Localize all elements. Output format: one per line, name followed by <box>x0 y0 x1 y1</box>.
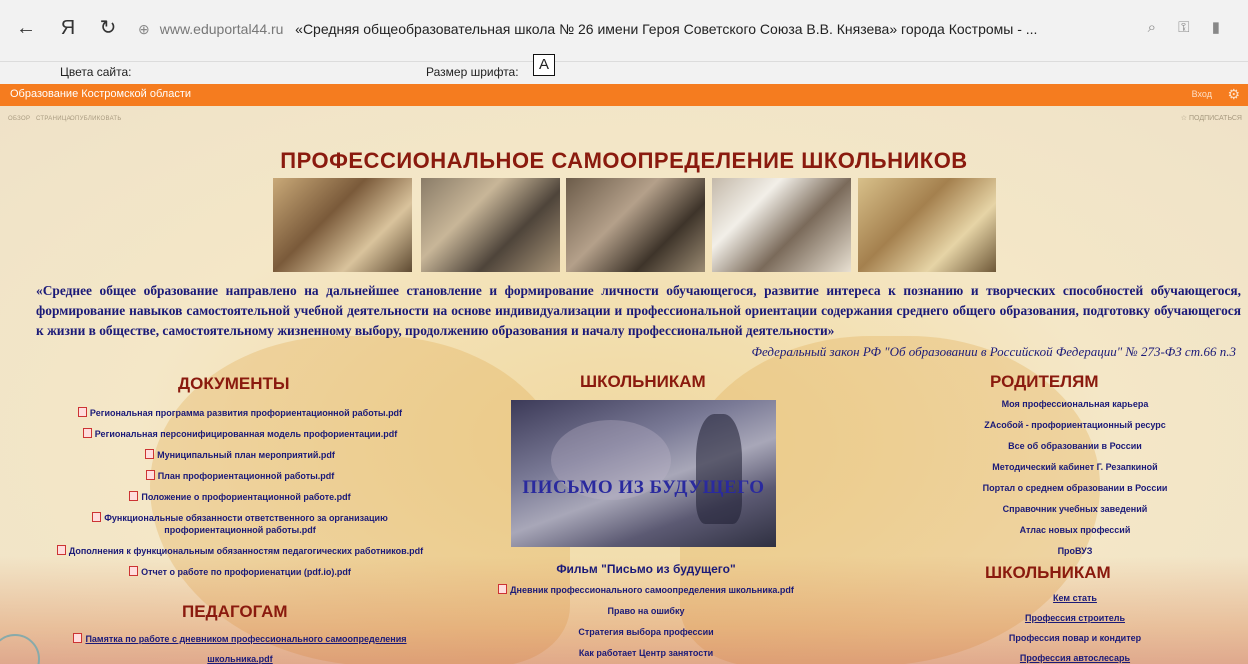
pdf-icon <box>129 491 139 501</box>
site-info-icon[interactable]: ⊕ <box>138 21 150 37</box>
search-icon[interactable]: ⌕ <box>1148 19 1156 36</box>
list-item[interactable]: ПроВУЗ <box>920 545 1230 557</box>
list-item[interactable]: Атлас новых профессий <box>920 524 1230 536</box>
list-item[interactable]: Дневник профессионального самоопределени… <box>496 584 796 596</box>
parents-list: Моя профессиональная карьера ZAсобой - п… <box>920 398 1230 566</box>
students-right-list: Кем стать Профессия строитель Профессия … <box>920 592 1230 664</box>
teachers-heading: ПЕДАГОГАМ <box>182 602 288 621</box>
url-domain: www.eduportal44.ru <box>159 21 284 37</box>
photo-chefs <box>712 178 851 272</box>
list-item[interactable]: Региональная персонифицированная модель … <box>40 428 440 440</box>
main-content: ОБЗОР СТРАНИЦА ОПУБЛИКОВАТЬ ☆ ПОДПИСАТЬС… <box>0 106 1248 664</box>
list-item[interactable]: Как работает Центр занятости <box>496 647 796 659</box>
portal-title-link[interactable]: Образование Костромской области <box>10 88 191 100</box>
pdf-icon <box>498 584 508 594</box>
students-right-heading: ШКОЛЬНИКАМ <box>985 563 1111 582</box>
key-icon[interactable]: ⚿ <box>1178 19 1189 36</box>
pdf-icon <box>92 512 102 522</box>
list-item[interactable]: Профессия повар и кондитер <box>920 632 1230 644</box>
list-item[interactable]: Кем стать <box>920 592 1230 604</box>
list-item[interactable]: Функциональные обязанности ответственног… <box>40 512 440 536</box>
font-size-label: Размер шрифта: <box>426 65 519 79</box>
parents-heading: РОДИТЕЛЯМ <box>990 372 1099 391</box>
address-bar[interactable]: ⊕ www.eduportal44.ru «Средняя общеобразов… <box>138 14 1228 44</box>
pdf-icon <box>73 633 83 643</box>
pdf-icon <box>145 449 155 459</box>
list-item[interactable]: Стратегия выбора профессии <box>496 626 796 638</box>
back-arrow-icon[interactable]: ← <box>14 16 38 40</box>
site-colors-label: Цвета сайта: <box>60 65 132 79</box>
login-link[interactable]: Вход <box>1192 89 1212 99</box>
list-item[interactable]: Моя профессиональная карьера <box>920 398 1230 410</box>
photo-sewing <box>273 178 412 272</box>
video-silhouette <box>696 414 742 524</box>
list-item[interactable]: Все об образовании в России <box>920 440 1230 452</box>
list-item[interactable]: Право на ошибку <box>496 605 796 617</box>
list-item[interactable]: ZAсобой - профориентационный ресурс <box>920 419 1230 431</box>
pdf-icon <box>82 428 92 438</box>
list-item[interactable]: Портал о среднем образовании в России <box>920 482 1230 494</box>
pdf-icon <box>145 470 155 480</box>
pdf-icon <box>77 407 87 417</box>
list-item[interactable]: Дополнения к функциональным обязанностям… <box>40 545 440 557</box>
pdf-icon <box>129 566 139 576</box>
video-title: ПИСЬМО ИЗ БУДУЩЕГО <box>522 477 765 498</box>
students-heading: ШКОЛЬНИКАМ <box>580 372 706 391</box>
list-item[interactable]: Памятка по работе с дневником профессион… <box>60 629 420 664</box>
page-link[interactable]: СТРАНИЦА <box>36 116 71 122</box>
list-item[interactable]: Справочник учебных заведений <box>920 503 1230 515</box>
list-item[interactable]: Отчет о работе по профориенатции (pdf.io… <box>40 566 440 578</box>
photo-workshop <box>421 178 560 272</box>
page-title: ПРОФЕССИОНАЛЬНОЕ САМООПРЕДЕЛЕНИЕ ШКОЛЬНИ… <box>280 148 968 173</box>
list-item[interactable]: Методический кабинет Г. Резапкиной <box>920 461 1230 473</box>
bookmark-icon[interactable]: ▮ <box>1212 19 1220 36</box>
quote-text: «Среднее общее образование направлено на… <box>36 283 1241 338</box>
law-citation: Федеральный закон РФ "Об образовании в Р… <box>751 344 1236 359</box>
browser-toolbar: ← Я ↻ ⊕ www.eduportal44.ru «Средняя общео… <box>0 0 1248 62</box>
students-mid-list: Фильм "Письмо из будущего" Дневник профе… <box>496 562 796 664</box>
documents-list: Региональная программа развития профорие… <box>40 407 440 587</box>
film-link[interactable]: Фильм "Письмо из будущего" <box>496 562 796 576</box>
gear-icon[interactable]: ⚙ <box>1227 86 1240 103</box>
address-bar-icons: ⌕ ⚿ ▮ <box>1130 18 1220 36</box>
video-player[interactable]: ПИСЬМО ИЗ БУДУЩЕГО <box>511 400 776 547</box>
subscribe-link[interactable]: ☆ ПОДПИСАТЬСЯ <box>1181 114 1242 122</box>
pdf-icon <box>56 545 66 555</box>
documents-heading: ДОКУМЕНТЫ <box>178 374 290 393</box>
accessibility-toolbar: Цвета сайта: Размер шрифта: A <box>0 54 1248 84</box>
yandex-logo-icon[interactable]: Я <box>56 16 80 40</box>
photo-carpentry <box>566 178 705 272</box>
portal-header: Образование Костромской области Вход ⚙ <box>0 84 1248 106</box>
tab-page-title: «Средняя общеобразовательная школа № 26 … <box>295 21 1038 37</box>
list-item[interactable]: Региональная программа развития профорие… <box>40 407 440 419</box>
list-item[interactable]: Положение о профориентационной работе.pd… <box>40 491 440 503</box>
reload-icon[interactable]: ↻ <box>96 16 120 40</box>
publish-link[interactable]: ОПУБЛИКОВАТЬ <box>70 116 122 122</box>
list-item[interactable]: Профессия строитель <box>920 612 1230 624</box>
list-item[interactable]: Муниципальный план мероприятий.pdf <box>40 449 440 461</box>
teachers-list: Памятка по работе с дневником профессион… <box>60 629 420 664</box>
overview-link[interactable]: ОБЗОР <box>8 116 30 122</box>
list-item[interactable]: Профессия автослесарь <box>920 652 1230 664</box>
list-item[interactable]: План профориентационной работы.pdf <box>40 470 440 482</box>
font-size-button[interactable]: A <box>533 54 555 76</box>
photo-classroom <box>858 178 996 272</box>
